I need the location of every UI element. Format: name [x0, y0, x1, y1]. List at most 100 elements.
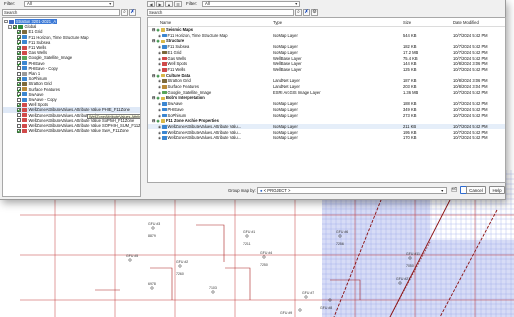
search-input[interactable]: Search [2, 8, 120, 16]
well-label: 8879 [148, 234, 156, 238]
visibility-checkbox[interactable] [16, 87, 21, 92]
visibility-checkbox[interactable] [16, 29, 21, 34]
forward-arrow-icon[interactable]: ▶ [156, 0, 164, 7]
visibility-checkbox[interactable] [16, 118, 21, 123]
table-row[interactable]: ◉ F11 Wells WellBase Layer 125 KB 10/7/2024… [148, 66, 505, 72]
group-row[interactable]: ⊟ ◉ F11 Zone Archie Properties [148, 118, 505, 123]
map-layer-icon [162, 125, 167, 129]
chevron-down-icon: ▼ [294, 1, 298, 6]
visibility-checkbox[interactable] [16, 97, 21, 102]
well-label: 7211 [243, 242, 251, 246]
eye-visibility-icon[interactable]: ◉ [156, 96, 160, 100]
table-row[interactable]: ◉ SwAave IsoMap Layer 188 KB 10/7/2024 5:42… [148, 101, 505, 107]
well-symbol [304, 295, 308, 299]
eye-visibility-icon[interactable]: ◉ [156, 28, 160, 32]
row-name: Gas Wells [167, 55, 187, 61]
visibility-checkbox[interactable] [16, 92, 21, 97]
visibility-checkbox[interactable] [16, 107, 21, 112]
table-row[interactable]: ◉ Stratton Grid LandNet Layer 187 KB 10/8/2… [148, 78, 505, 84]
visibility-checkbox[interactable] [16, 66, 21, 71]
date-cell: 10/8/2024 3:06 PM [453, 61, 488, 67]
clear-search-icon[interactable]: ✗ [129, 8, 136, 16]
visibility-checkbox[interactable] [16, 61, 21, 66]
visibility-checkbox[interactable] [12, 24, 17, 29]
eye-visibility-icon[interactable]: ◉ [156, 119, 160, 123]
cancel-button[interactable]: Cancel [466, 186, 486, 194]
folder-up-icon[interactable]: ▲ [165, 0, 173, 7]
group-row[interactable]: ⊟ ◉ Seismic Maps [148, 27, 505, 32]
group-row[interactable]: ⊟ ◉ Structure [148, 38, 505, 43]
well-symbol [150, 286, 154, 290]
help-button[interactable]: Help [489, 186, 505, 194]
visibility-checkbox[interactable] [16, 113, 21, 118]
map-layer-icon [162, 45, 167, 49]
table-row[interactable]: ◉ SoPhisum IsoMap Layer 273 KB 10/7/2024 5:… [148, 113, 505, 118]
search-icon[interactable]: ⌕ [121, 8, 128, 16]
group-map-select[interactable]: ● < PROJECT > ▼ [257, 186, 447, 194]
table-row[interactable]: ◉ Gas Wells WellBase Layer 75.4 KB 10/7/202… [148, 55, 505, 61]
date-cell: 10/8/2024 3:06 PM [453, 78, 488, 84]
eye-visibility-icon[interactable]: ◉ [156, 39, 160, 43]
table-row[interactable]: ◉ F11 Horizon, Time Structure Map IsoMap … [148, 32, 505, 38]
table-row[interactable]: ◉ WellZoneAttributeValues.Attribute Valu… [148, 123, 505, 130]
row-name: F11 Wells [167, 66, 186, 72]
search-placeholder: Search [4, 9, 18, 15]
column-header-size[interactable]: Size [403, 20, 411, 25]
visibility-checkbox[interactable] [16, 71, 21, 76]
layer-table: Name Type Size Date Modified ⊟ ◉ Seismic… [147, 17, 506, 183]
folder-layer-icon [160, 73, 165, 78]
row-name: SwAave [167, 101, 183, 107]
eye-visibility-icon[interactable]: ◉ [156, 74, 160, 78]
date-cell: 10/7/2024 5:42 PM [453, 101, 488, 107]
wells-layer-icon [162, 62, 167, 66]
well-label: 7103 [209, 286, 217, 290]
visibility-checkbox[interactable] [16, 76, 21, 81]
visibility-checkbox[interactable] [16, 55, 21, 60]
filter-select[interactable]: All ▼ [202, 0, 300, 7]
table-row[interactable]: ◉ Google_Satellite_Image ESRI ArcGIS Imag… [148, 89, 505, 95]
date-cell: 10/7/2024 5:42 PM [453, 49, 488, 55]
row-name: Google_Satellite_Image [167, 89, 212, 95]
filter-select[interactable]: All ▼ [24, 0, 114, 7]
visibility-checkbox[interactable] [16, 35, 21, 40]
table-row[interactable]: ◉ PHIEave IsoMap Layer 349 KB 10/7/2024 5:4… [148, 107, 505, 112]
table-row[interactable]: ◉ E1 Grid IsoMap Layer 17.2 MB 10/7/2024 5:… [148, 49, 505, 55]
table-row[interactable]: ◉ F11 Subsea IsoMap Layer 182 KB 10/7/2024 … [148, 44, 505, 49]
visibility-checkbox[interactable] [16, 128, 21, 133]
map-layer-icon [162, 136, 167, 140]
search-icon[interactable]: ⌕ [295, 8, 302, 16]
well-label: 7050 [406, 264, 414, 268]
table-row[interactable]: ◉ Well Spots WellBase Layer 144 KB 10/8/202… [148, 61, 505, 67]
column-header-name[interactable]: Name [160, 20, 171, 25]
settings-icon[interactable]: ⚙ [311, 8, 318, 16]
visibility-checkbox[interactable] [16, 81, 21, 86]
date-cell: 10/7/2024 5:42 PM [453, 32, 488, 38]
clear-search-icon[interactable]: ✗ [303, 8, 310, 16]
search-input[interactable]: Search [147, 8, 294, 16]
column-header-type[interactable]: Type [273, 20, 282, 25]
filter-value: All [205, 0, 210, 6]
well-label: 7260 [176, 272, 184, 276]
globe-icon: ● [260, 187, 263, 193]
group-row[interactable]: ⊟ ◉ Bob's Interpretation [148, 95, 505, 100]
visibility-checkbox[interactable] [16, 45, 21, 50]
size-cell: 170 KB [403, 135, 417, 141]
tree-item[interactable]: WellZoneAttributeValues.Attribute Value … [12, 128, 129, 133]
expand-toggle-icon[interactable]: - [4, 19, 8, 24]
map-layer-icon [162, 33, 167, 38]
view-options-icon[interactable]: ☰ [174, 0, 182, 7]
well-label: GFU #1 [243, 230, 256, 234]
group-row[interactable]: ⊟ ◉ Culture Data [148, 73, 505, 78]
visibility-checkbox[interactable] [16, 40, 21, 45]
column-header-date[interactable]: Date Modified [453, 20, 479, 25]
table-row[interactable]: ◉ WellZoneAttributeValues.Attribute Valu… [148, 130, 505, 135]
visibility-checkbox[interactable] [16, 123, 21, 128]
visibility-checkbox[interactable] [16, 102, 21, 107]
back-arrow-icon[interactable]: ◀ [147, 0, 155, 7]
visibility-checkbox[interactable] [16, 50, 21, 55]
add-layer-icon[interactable]: 🗂 [450, 186, 458, 194]
expand-toggle-icon[interactable]: - [8, 25, 12, 29]
table-row[interactable]: ◉ Surface Features LandNet Layer 203 KB 10/… [148, 84, 505, 89]
size-cell: 187 KB [403, 78, 417, 84]
table-row[interactable]: ◉ WellZoneAttributeValues.Attribute Valu… [148, 135, 505, 141]
